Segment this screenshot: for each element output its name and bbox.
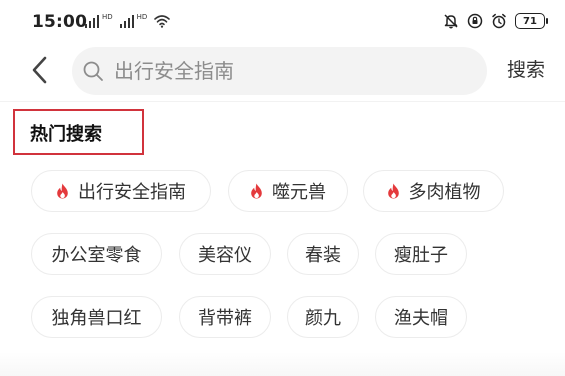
chip-label: 颜九 bbox=[305, 308, 341, 329]
chip-label: 噬元兽 bbox=[272, 182, 326, 203]
status-left-icons: HD HD bbox=[85, 13, 171, 28]
chip-label: 背带裤 bbox=[198, 308, 252, 329]
chevron-left-icon[interactable] bbox=[26, 53, 54, 87]
hot-search-chip[interactable]: 出行安全指南 bbox=[31, 170, 211, 212]
alarm-icon bbox=[492, 13, 506, 29]
chip-label: 独角兽口红 bbox=[51, 308, 142, 329]
hot-search-chip[interactable]: 颜九 bbox=[287, 296, 359, 338]
hot-search-chip[interactable]: 独角兽口红 bbox=[31, 296, 162, 338]
hot-search-chip[interactable]: 美容仪 bbox=[179, 233, 271, 275]
search-icon bbox=[83, 61, 103, 81]
search-button[interactable]: 搜索 bbox=[507, 55, 545, 85]
battery-icon: 71 bbox=[515, 13, 548, 29]
hot-search-chip[interactable]: 渔夫帽 bbox=[375, 296, 467, 338]
search-box[interactable]: 出行安全指南 bbox=[72, 47, 487, 95]
chip-label: 办公室零食 bbox=[51, 245, 142, 266]
flame-icon bbox=[387, 183, 399, 199]
chip-label: 出行安全指南 bbox=[78, 182, 186, 203]
hot-search-chip[interactable]: 噬元兽 bbox=[228, 170, 348, 212]
search-header: 出行安全指南 搜索 bbox=[0, 44, 565, 98]
bottom-fade bbox=[0, 352, 565, 376]
chip-label: 瘦肚子 bbox=[394, 245, 448, 266]
hot-search-chip[interactable]: 瘦肚子 bbox=[375, 233, 467, 275]
hot-search-chip[interactable]: 多肉植物 bbox=[363, 170, 504, 212]
hot-search-chip[interactable]: 背带裤 bbox=[179, 296, 271, 338]
status-right-icons: 71 bbox=[443, 13, 548, 29]
wifi-icon bbox=[154, 15, 171, 28]
hot-search-chip[interactable]: 办公室零食 bbox=[31, 233, 162, 275]
signal-icon: HD bbox=[119, 13, 148, 28]
signal-icon: HD bbox=[85, 14, 113, 28]
status-bar: 15:00 HD HD 71 bbox=[0, 0, 565, 44]
chip-label: 多肉植物 bbox=[408, 182, 481, 203]
search-input[interactable]: 出行安全指南 bbox=[114, 47, 474, 95]
rotation-lock-icon bbox=[467, 13, 483, 29]
hot-search-title: 热门搜索 bbox=[30, 124, 102, 145]
status-time: 15:00 bbox=[32, 12, 88, 32]
chip-label: 渔夫帽 bbox=[394, 308, 448, 329]
signal-tag: HD bbox=[136, 13, 148, 21]
signal-tag: HD bbox=[102, 13, 113, 21]
chip-label: 春装 bbox=[305, 245, 341, 266]
bell-off-icon bbox=[444, 14, 458, 29]
hot-search-chip[interactable]: 春装 bbox=[287, 233, 359, 275]
flame-icon bbox=[57, 183, 68, 199]
divider bbox=[0, 101, 565, 102]
flame-icon bbox=[251, 183, 262, 199]
chip-label: 美容仪 bbox=[198, 245, 252, 266]
search-page: 15:00 HD HD 71 出行安全指南 搜索 热门搜索 出行安全指南 噬元兽… bbox=[0, 0, 565, 376]
